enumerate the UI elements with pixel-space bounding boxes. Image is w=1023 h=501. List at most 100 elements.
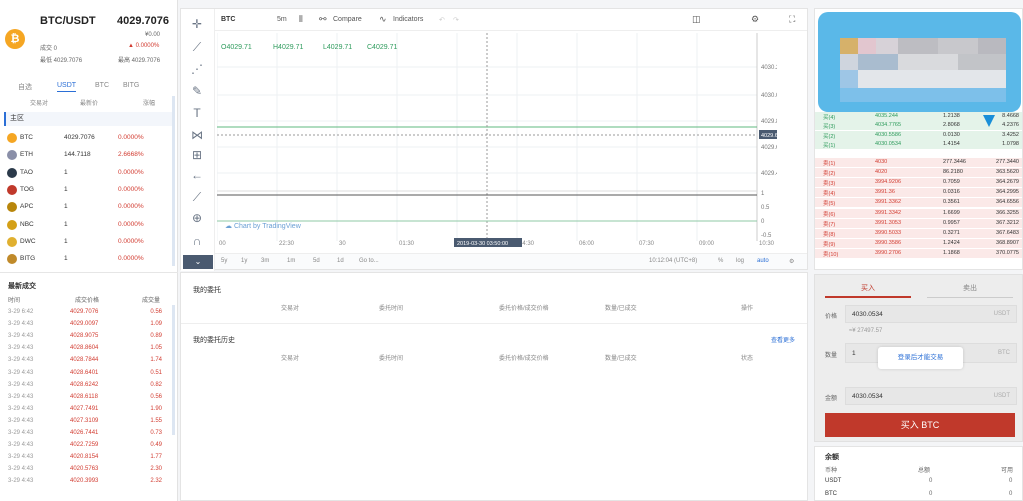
ruler-tool-icon[interactable]: ⟋	[189, 189, 205, 205]
ob-total: 1.0798	[1002, 140, 1019, 147]
chart-settings-icon[interactable]: ⚙	[789, 258, 794, 265]
range-button[interactable]: 1d	[337, 258, 344, 264]
screenshot-icon[interactable]: ◫	[692, 14, 701, 25]
market-change: 0.0000%	[118, 203, 144, 211]
tradingview-attribution[interactable]: ☁ Chart by TradingView	[225, 222, 301, 230]
qty-input-value: 1	[852, 350, 856, 357]
orderbook-sell-row[interactable]: 卖(3) 3994.9206 0.7059 364.2679	[815, 178, 1022, 188]
market-row[interactable]: BTC 4029.7076 0.0000%	[0, 130, 178, 147]
ob-label: 卖(3)	[823, 181, 836, 188]
tab-bitg[interactable]: BITG	[123, 82, 139, 89]
range-button[interactable]: 1m	[287, 258, 295, 264]
range-button[interactable]: Go to...	[359, 258, 379, 264]
market-change: 0.0000%	[118, 134, 144, 141]
market-row[interactable]: DWC 1 0.0000%	[0, 234, 178, 251]
view-more-link[interactable]: 查看更多	[771, 335, 795, 344]
orderbook-buy-row[interactable]: 买(2) 4030.5586 0.0130 3.4252	[815, 130, 1022, 140]
orderbook-sell-row[interactable]: 卖(6) 3991.3342 1.6699 366.3255	[815, 208, 1022, 218]
ob-label: 买(4)	[823, 115, 836, 121]
magnet-icon[interactable]: ∩	[189, 233, 205, 249]
range-button[interactable]: 5y	[221, 258, 227, 264]
range-button[interactable]: 1y	[241, 258, 247, 264]
price-plot[interactable]: 4030.20 4030.00 4029.80 4029.60 4029.40 O4029…	[217, 33, 777, 247]
qty-label: 数量	[825, 353, 838, 359]
interval-button[interactable]: 5m	[277, 16, 287, 23]
tab-buy[interactable]: 买入	[825, 280, 911, 298]
collapse-toolbar-icon[interactable]: ⌄	[183, 255, 213, 269]
market-row[interactable]: NBC 1 0.0000%	[0, 217, 178, 234]
total-input[interactable]: 4030.0534 USDT	[845, 387, 1017, 405]
market-row[interactable]: TOG 1 0.0000%	[0, 182, 178, 199]
percent-toggle[interactable]: %	[718, 258, 723, 264]
login-prompt[interactable]: 登录后才能交易	[878, 347, 963, 369]
trade-amount: 1.09	[150, 321, 162, 328]
settings-gear-icon[interactable]: ⚙	[751, 14, 759, 25]
market-row[interactable]: BITG 1 0.0000%	[0, 251, 178, 268]
tab-btc[interactable]: BTC	[95, 82, 109, 89]
range-button[interactable]: 5d	[313, 258, 320, 264]
orderbook-sell-row[interactable]: 卖(10) 3990.2706 1.1868 370.0775	[815, 248, 1022, 258]
orderbook-sell-row[interactable]: 卖(8) 3990.5033 0.3271 367.6483	[815, 228, 1022, 238]
trade-row: 3-29 4:43 4028.7844 1.74	[0, 357, 172, 368]
auto-toggle[interactable]: auto	[757, 258, 769, 264]
ohlc-high: H4029.71	[273, 44, 303, 51]
trade-price: 4020.3993	[70, 478, 99, 485]
ticker-price: 4029.7076	[117, 15, 169, 27]
indicators-icon[interactable]: ∿	[379, 14, 387, 25]
trades-scrollbar[interactable]	[172, 305, 175, 435]
compare-icon[interactable]: ⚯	[319, 14, 327, 25]
back-arrow-icon[interactable]: ←	[189, 167, 205, 183]
trade-price: 4022.7259	[70, 442, 99, 449]
balance-panel: 余额 币种 总额 可用 USDT 0 0 BTC 0 0	[814, 446, 1023, 501]
market-scrollbar[interactable]	[172, 96, 175, 266]
order-history-title: 我的委托历史	[193, 337, 235, 344]
coin-icon	[7, 150, 17, 161]
pattern-tool-icon[interactable]: ⋈	[189, 127, 205, 143]
fullscreen-icon[interactable]: ⛶	[789, 14, 795, 25]
tab-usdt[interactable]: USDT	[57, 82, 77, 92]
compare-button[interactable]: Compare	[333, 16, 362, 23]
redo-icon[interactable]: ↷	[453, 16, 459, 24]
trade-price: 4020.5763	[70, 466, 99, 473]
log-toggle[interactable]: log	[736, 258, 744, 264]
tab-favorites[interactable]: 自选	[18, 82, 32, 92]
orderbook-sell-row[interactable]: 卖(7) 3991.3053 0.9957 367.3212	[815, 218, 1022, 228]
trade-price: 4028.6242	[70, 381, 99, 388]
crosshair-tool-icon[interactable]: ✛	[189, 16, 205, 32]
time-tick-label: 10:30	[759, 241, 775, 247]
coin-icon	[7, 202, 17, 213]
trade-amount: 0.56	[150, 393, 162, 400]
brush-tool-icon[interactable]: ✎	[189, 83, 205, 99]
chart-symbol[interactable]: BTC	[221, 16, 235, 23]
total-input-value: 4030.0534	[852, 393, 883, 400]
zoom-in-icon[interactable]: ⊕	[189, 210, 205, 226]
text-tool-icon[interactable]: T	[189, 105, 205, 121]
trade-row: 3-29 4:43 4028.6118 0.56	[0, 394, 172, 405]
trade-row: 3-29 4:43 4028.6242 0.82	[0, 382, 172, 393]
indicators-button[interactable]: Indicators	[393, 16, 423, 23]
tab-sell[interactable]: 卖出	[927, 280, 1013, 298]
measure-tool-icon[interactable]: ⊞	[189, 147, 205, 163]
market-row[interactable]: APC 1 0.0000%	[0, 199, 178, 216]
buy-btc-button[interactable]: 买入 BTC	[825, 413, 1015, 437]
trade-amount: 0.49	[150, 442, 162, 449]
market-row[interactable]: TAO 1 0.0000%	[0, 165, 178, 182]
ob-amount: 0.0316	[943, 189, 960, 196]
ohlc-close: C4029.71	[367, 44, 397, 51]
trendline-tool-icon[interactable]: ⟋	[189, 39, 205, 55]
orderbook-sell-row[interactable]: 卖(4) 3991.36 0.0316 364.2995	[815, 188, 1022, 198]
trade-row: 3-29 4:43 4026.7441 0.73	[0, 430, 172, 441]
market-row[interactable]: ETH 144.7118 2.6668%	[0, 147, 178, 164]
total-label: 金额	[825, 396, 838, 402]
candle-style-icon[interactable]: ⫴	[299, 14, 303, 25]
price-input[interactable]: 4030.0534 USDT	[845, 305, 1017, 323]
orderbook-sell-row[interactable]: 卖(1) 4030 277.3446 277.3440	[815, 158, 1022, 167]
undo-icon[interactable]: ↶	[439, 16, 445, 24]
orderbook-sell-row[interactable]: 卖(2) 4020 86.2180 363.5620	[815, 168, 1022, 178]
fib-tool-icon[interactable]: ⋰	[189, 61, 205, 77]
orderbook-sell-row[interactable]: 卖(5) 3991.3362 0.3561 364.6556	[815, 198, 1022, 208]
orderbook-sell-row[interactable]: 卖(9) 3990.3586 1.2424 368.8907	[815, 238, 1022, 248]
range-button[interactable]: 3m	[261, 258, 269, 264]
qty-unit: BTC	[998, 350, 1010, 356]
orderbook-buy-row[interactable]: 买(1) 4030.0534 1.4154 1.0798	[815, 139, 1022, 149]
